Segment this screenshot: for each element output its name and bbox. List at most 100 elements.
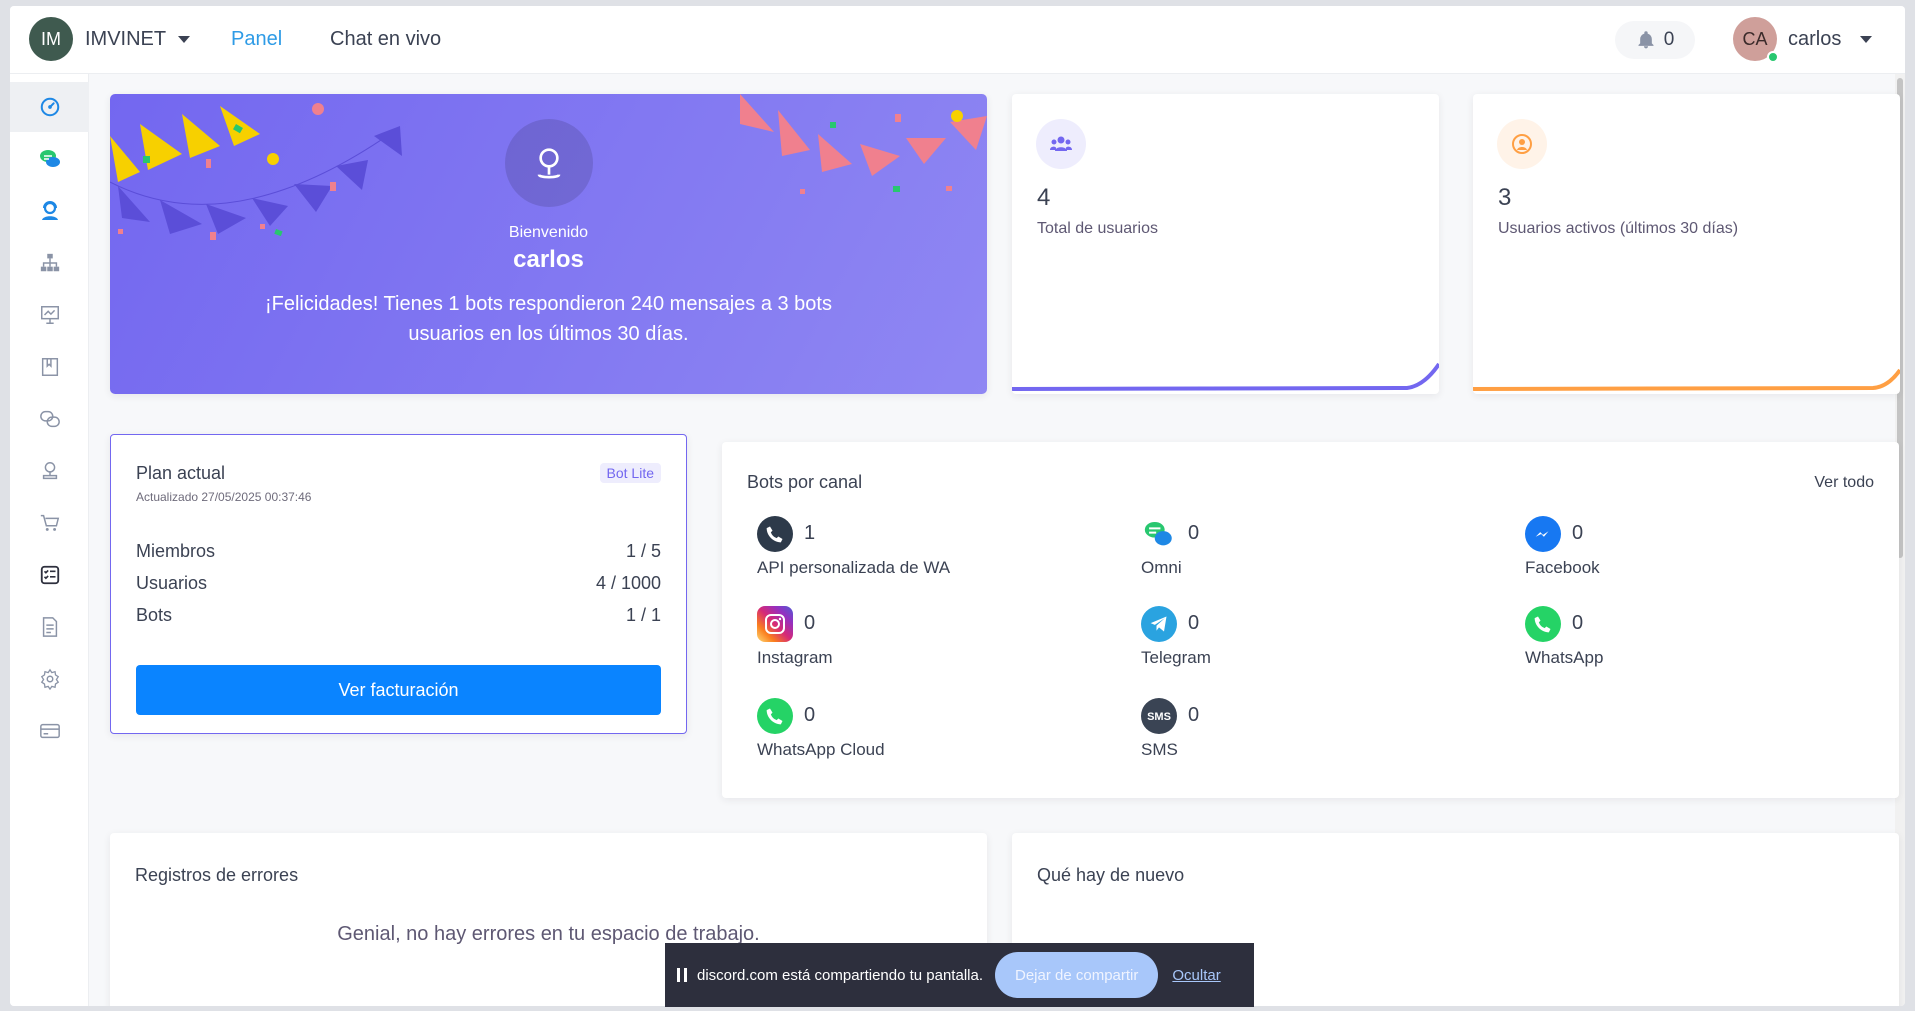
sidebar-item-knowledge[interactable] bbox=[10, 342, 89, 392]
plan-row-label: Usuarios bbox=[136, 573, 208, 593]
hide-link[interactable]: Ocultar bbox=[1172, 967, 1220, 984]
plan-row-members: Miembros 1 / 5 bbox=[136, 541, 661, 565]
channel-icon-badge: SMS bbox=[1141, 698, 1177, 734]
channel-name: WhatsApp Cloud bbox=[757, 740, 885, 759]
sidebar-item-dashboard[interactable] bbox=[10, 82, 89, 132]
sidebar-item-billing[interactable] bbox=[10, 706, 89, 756]
sidebar-item-conversations[interactable] bbox=[10, 394, 89, 444]
plan-row-value: 1 / 1 bbox=[625, 605, 661, 625]
nav-panel[interactable]: Panel bbox=[231, 28, 282, 51]
whatsapp-cloud-icon bbox=[766, 708, 783, 725]
error-logs-title: Registros de errores bbox=[135, 865, 299, 885]
stat-label: Usuarios activos (últimos 30 días) bbox=[1498, 220, 1739, 237]
channel-item[interactable]: 0 WhatsApp bbox=[1525, 606, 1825, 676]
chevron-down-icon[interactable] bbox=[178, 36, 190, 43]
workspace-name[interactable]: IMVINET bbox=[85, 28, 166, 51]
channel-icon-badge bbox=[757, 698, 793, 734]
welcome-card: Bienvenido carlos ¡Felicidades! Tienes 1… bbox=[110, 94, 987, 394]
plan-row-label: Bots bbox=[136, 605, 173, 625]
channel-name: WhatsApp bbox=[1525, 648, 1604, 667]
document-icon bbox=[42, 617, 57, 637]
channel-item[interactable]: 0 WhatsApp Cloud bbox=[757, 698, 1057, 768]
location-pin-icon bbox=[537, 148, 561, 179]
channel-count: 0 bbox=[1572, 612, 1584, 634]
top-bar: IM IMVINET Panel Chat en vivo 0 CA carlo… bbox=[10, 6, 1905, 74]
chevron-down-icon[interactable] bbox=[1860, 36, 1872, 43]
sidebar-item-tasks[interactable] bbox=[10, 550, 89, 600]
workspace-avatar[interactable]: IM bbox=[29, 17, 73, 61]
svg-text:SMS: SMS bbox=[1147, 711, 1171, 723]
user-stamp-icon bbox=[42, 462, 57, 480]
channel-count: 0 bbox=[804, 612, 816, 634]
channel-name: Omni bbox=[1141, 558, 1182, 577]
chat-bubbles-icon bbox=[39, 150, 60, 167]
notifications-button[interactable]: 0 bbox=[1615, 21, 1695, 59]
current-plan-card: Plan actual Actualizado 27/05/2025 00:37… bbox=[110, 434, 687, 734]
sidebar-item-documents[interactable] bbox=[10, 602, 89, 652]
screen-share-bar: discord.com está compartiendo tu pantall… bbox=[665, 943, 1254, 1007]
online-status-dot bbox=[1767, 51, 1779, 63]
channel-item[interactable]: SMS 0 SMS bbox=[1141, 698, 1441, 768]
channel-item[interactable]: 0 Omni bbox=[1141, 516, 1441, 586]
welcome-badge bbox=[505, 119, 593, 207]
sidebar-item-flows[interactable] bbox=[10, 238, 89, 288]
bell-icon bbox=[1638, 31, 1654, 49]
channel-item[interactable]: 0 Facebook bbox=[1525, 516, 1825, 586]
stat-icon-badge bbox=[1497, 119, 1547, 169]
plan-row-label: Miembros bbox=[136, 541, 216, 561]
cart-icon bbox=[40, 514, 59, 531]
stat-value: 4 bbox=[1037, 184, 1051, 211]
channel-icon-badge bbox=[757, 516, 793, 552]
nav-live-chat[interactable]: Chat en vivo bbox=[330, 28, 441, 51]
channel-item[interactable]: 0 Telegram bbox=[1141, 606, 1441, 676]
plan-badge: Bot Lite bbox=[599, 463, 661, 483]
plan-row-value: 4 / 1000 bbox=[595, 573, 661, 593]
sidebar-item-reports[interactable] bbox=[10, 290, 89, 340]
view-billing-button[interactable]: Ver facturación bbox=[136, 665, 661, 715]
checklist-icon bbox=[40, 565, 59, 585]
pause-icon bbox=[677, 968, 687, 982]
screen-share-text: discord.com está compartiendo tu pantall… bbox=[697, 966, 983, 984]
plan-updated: Actualizado 27/05/2025 00:37:46 bbox=[136, 490, 312, 504]
live-agent-icon bbox=[41, 201, 58, 220]
sidebar-item-chats[interactable] bbox=[10, 134, 89, 184]
whatsapp-api-icon bbox=[766, 526, 783, 543]
instagram-icon bbox=[765, 614, 785, 634]
stop-sharing-button[interactable]: Dejar de compartir bbox=[995, 952, 1159, 998]
channel-icon-badge bbox=[1525, 516, 1561, 552]
channel-count: 1 bbox=[804, 522, 816, 544]
user-name[interactable]: carlos bbox=[1788, 28, 1841, 51]
sidebar-item-settings[interactable] bbox=[10, 654, 89, 704]
whatsapp-icon bbox=[1534, 616, 1551, 633]
plan-title: Plan actual bbox=[136, 463, 226, 483]
credit-card-icon bbox=[39, 723, 60, 739]
sidebar bbox=[10, 74, 89, 1006]
sidebar-item-shop[interactable] bbox=[10, 498, 89, 548]
channel-count: 0 bbox=[1188, 522, 1200, 544]
stat-value: 3 bbox=[1498, 184, 1512, 211]
view-all-link[interactable]: Ver todo bbox=[1814, 474, 1874, 492]
omni-icon bbox=[1144, 521, 1172, 546]
sidebar-item-contacts[interactable] bbox=[10, 446, 89, 496]
plan-row-users: Usuarios 4 / 1000 bbox=[136, 573, 661, 597]
welcome-label: Bienvenido bbox=[508, 224, 589, 241]
users-icon bbox=[1050, 136, 1072, 151]
channel-name: Telegram bbox=[1141, 648, 1211, 667]
telegram-icon bbox=[1150, 616, 1167, 632]
sidebar-item-live-agent[interactable] bbox=[10, 186, 89, 236]
notifications-count: 0 bbox=[1663, 29, 1675, 50]
channel-item[interactable]: 1 API personalizada de WA bbox=[757, 516, 1057, 586]
settings-icon bbox=[40, 668, 59, 690]
stat-label: Total de usuarios bbox=[1037, 220, 1158, 237]
active-users-sparkline bbox=[1473, 368, 1900, 391]
users-sparkline bbox=[1012, 362, 1439, 391]
org-chart-icon bbox=[40, 253, 59, 272]
plan-row-bots: Bots 1 / 1 bbox=[136, 605, 661, 629]
app-window: IM IMVINET Panel Chat en vivo 0 CA carlo… bbox=[10, 6, 1905, 1006]
channel-item[interactable]: 0 Instagram bbox=[757, 606, 1057, 676]
stat-icon-badge bbox=[1036, 119, 1086, 169]
channel-icon-badge bbox=[1525, 606, 1561, 642]
welcome-message: ¡Felicidades! Tienes 1 bots respondieron… bbox=[264, 293, 832, 345]
channel-count: 0 bbox=[804, 704, 816, 726]
channel-name: API personalizada de WA bbox=[757, 558, 951, 577]
